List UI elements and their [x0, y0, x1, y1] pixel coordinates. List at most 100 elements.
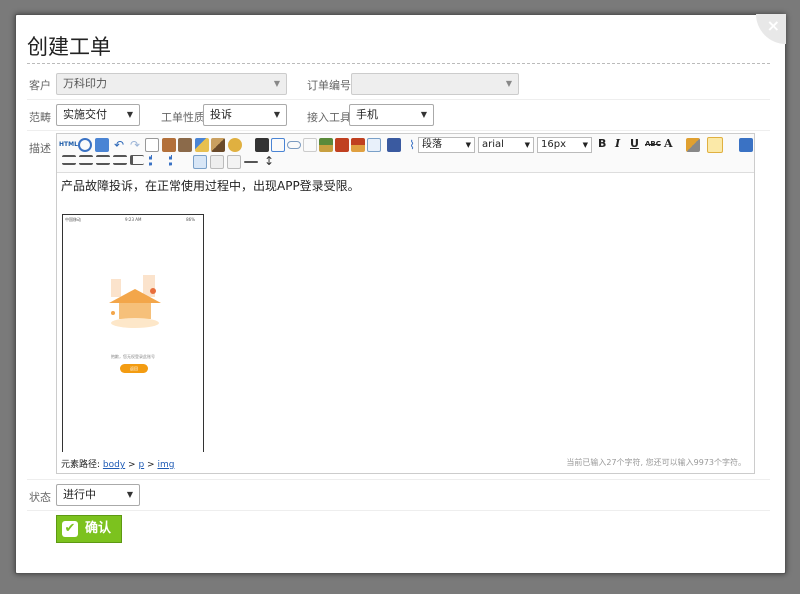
table-props-icon[interactable]	[210, 155, 224, 169]
return-button: 返回	[120, 364, 148, 373]
rich-text-editor: HTML ↶ ↷ ⌇ 段落 ▼ arial ▼ 16px ▼ B I U ABC…	[56, 133, 755, 474]
align-right-icon[interactable]	[96, 155, 110, 165]
category-value: 实施交付	[63, 108, 107, 121]
save-icon[interactable]	[387, 138, 401, 152]
attachment-icon[interactable]: ⌇	[405, 138, 419, 152]
checkmark-icon: ✔	[62, 521, 78, 537]
font-select[interactable]: arial ▼	[478, 137, 534, 153]
paragraph-select[interactable]: 段落 ▼	[418, 137, 475, 153]
channel-value: 手机	[356, 108, 378, 121]
phone-status-bar: 中国移动 9:23 AM 86%	[65, 217, 201, 225]
row-divider	[27, 510, 770, 511]
status-select[interactable]: 进行中 ▼	[56, 484, 140, 506]
path-sep: >	[144, 460, 158, 470]
binoculars-icon[interactable]	[255, 138, 269, 152]
magic-icon[interactable]	[228, 138, 242, 152]
nature-select[interactable]: 投诉 ▼	[203, 104, 287, 126]
customer-select[interactable]: 万科印力 ▼	[56, 73, 287, 95]
italic-button[interactable]: I	[615, 137, 620, 151]
editor-statusbar: 元素路径: body > p > img 当前已输入27个字符, 您还可以输入9…	[57, 451, 754, 473]
editor-content[interactable]: 产品故障投诉，在正常使用过程中，出现APP登录受限。	[61, 177, 360, 194]
path-img-link[interactable]: img	[157, 460, 174, 470]
align-left-icon[interactable]	[62, 155, 76, 165]
video-icon[interactable]	[335, 138, 349, 152]
row-divider	[27, 130, 770, 131]
bullet-list-icon[interactable]	[149, 155, 163, 167]
customer-value: 万科印力	[63, 77, 107, 90]
undo-icon[interactable]: ↶	[112, 138, 126, 152]
path-body-link[interactable]: body	[103, 460, 125, 470]
chevron-down-icon: ▼	[420, 110, 427, 119]
line-height-icon[interactable]: ↕	[262, 154, 276, 168]
element-path-label: 元素路径:	[61, 460, 101, 470]
row-divider	[27, 479, 770, 480]
status-label: 状态	[29, 491, 51, 504]
order-no-label: 订单编号	[307, 79, 351, 92]
close-icon: ×	[766, 16, 780, 35]
nature-label: 工单性质	[161, 111, 205, 124]
font-size-select[interactable]: 16px ▼	[537, 137, 592, 153]
numbered-list-icon[interactable]	[169, 155, 183, 167]
carrier-text: 中国移动	[65, 217, 81, 222]
confirm-button[interactable]: ✔ 确认	[56, 515, 122, 543]
create-ticket-dialog: × 创建工单 客户 万科印力 ▼ 订单编号 ▼ 范畴 实施交付 ▼ 工单性质 投…	[15, 14, 786, 574]
description-label: 描述	[29, 142, 51, 155]
row-divider	[27, 99, 770, 100]
cell-props-icon[interactable]	[227, 155, 241, 169]
font-size-value: 16px	[541, 139, 566, 150]
nature-value: 投诉	[210, 108, 232, 121]
title-divider	[27, 63, 770, 64]
paragraph-value: 段落	[422, 139, 442, 150]
chevron-down-icon: ▼	[273, 79, 280, 88]
paste-icon[interactable]	[162, 138, 176, 152]
order-no-select[interactable]: ▼	[351, 73, 519, 95]
strikethrough-button[interactable]: ABC	[645, 137, 661, 151]
status-value: 进行中	[63, 488, 96, 501]
font-value: arial	[482, 139, 504, 150]
dialog-title: 创建工单	[27, 35, 111, 59]
preview-icon[interactable]	[78, 138, 92, 152]
align-justify-icon[interactable]	[113, 155, 127, 165]
embedded-screenshot-image[interactable]: 中国移动 9:23 AM 86% 抱歉，您无权登录此账号 返回	[62, 214, 204, 452]
fullscreen-icon[interactable]	[739, 138, 753, 152]
close-button[interactable]: ×	[756, 14, 786, 44]
pencil-icon[interactable]	[195, 138, 209, 152]
horizontal-rule-icon[interactable]	[244, 161, 258, 163]
chevron-down-icon: ▼	[524, 141, 530, 149]
new-doc-icon[interactable]	[145, 138, 159, 152]
redo-icon[interactable]: ↷	[128, 138, 142, 152]
error-illustration	[109, 275, 161, 328]
battery-text: 86%	[186, 217, 195, 222]
chevron-down-icon: ▼	[582, 141, 588, 149]
channel-select[interactable]: 手机 ▼	[349, 104, 434, 126]
table-icon[interactable]	[193, 155, 207, 169]
gallery-icon[interactable]	[351, 138, 365, 152]
html-source-button[interactable]: HTML	[59, 138, 78, 152]
template-icon[interactable]	[95, 138, 109, 152]
anchor-icon[interactable]	[271, 138, 285, 152]
channel-label: 接入工具	[307, 111, 351, 124]
chevron-down-icon: ▼	[273, 110, 280, 119]
format-toggle-icon[interactable]	[707, 137, 723, 153]
char-count: 当前已输入27个字符, 您还可以输入9973个字符。	[566, 458, 746, 467]
bold-button[interactable]: B	[598, 137, 606, 151]
path-sep: >	[125, 460, 139, 470]
editor-toolbar: HTML ↶ ↷ ⌇ 段落 ▼ arial ▼ 16px ▼ B I U ABC…	[57, 134, 754, 173]
indent-icon[interactable]	[130, 155, 144, 165]
font-color-button[interactable]: A	[664, 137, 673, 151]
table-insert-icon[interactable]	[367, 138, 381, 152]
unlink-icon[interactable]	[303, 138, 317, 152]
paste-text-icon[interactable]	[178, 138, 192, 152]
underline-button[interactable]: U	[630, 137, 639, 151]
error-message: 抱歉，您无权登录此账号	[111, 354, 155, 359]
time-text: 9:23 AM	[125, 217, 142, 222]
link-icon[interactable]	[287, 141, 301, 149]
confirm-label: 确认	[85, 521, 112, 536]
element-path: 元素路径: body > p > img	[61, 457, 174, 470]
align-center-icon[interactable]	[79, 155, 93, 165]
image-icon[interactable]	[319, 138, 333, 152]
chevron-down-icon: ▼	[505, 79, 512, 88]
brush-icon[interactable]	[211, 138, 225, 152]
category-select[interactable]: 实施交付 ▼	[56, 104, 140, 126]
highlight-icon[interactable]	[686, 138, 700, 152]
